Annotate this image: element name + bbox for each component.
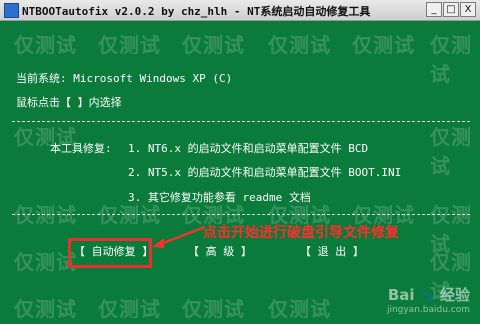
watermark: 仅测试	[268, 33, 331, 57]
exit-button[interactable]: 【 退 出 】	[300, 243, 364, 259]
watermark: 仅测试	[430, 203, 472, 256]
baidu-logo: Bai	[387, 286, 415, 304]
paw-icon: 🐾	[419, 289, 435, 303]
watermark: 仅测试	[430, 33, 472, 86]
window-title: NTBOOTautofix v2.0.2 by chz_hlh - NT系统启动…	[22, 5, 371, 18]
option-3: 3. 其它修复功能参看 readme 文档	[128, 191, 311, 204]
title-bar: NTBOOTautofix v2.0.2 by chz_hlh - NT系统启动…	[0, 0, 480, 21]
annotation-text: 点击开始进行破盘引导文件修复	[203, 225, 399, 241]
mouse-hint: 鼠标点击【 】内选择	[16, 96, 122, 109]
watermark: 仅测试	[430, 125, 472, 178]
tool-label: 本工具修复:	[50, 142, 112, 155]
minimize-button[interactable]: _	[426, 2, 442, 17]
jingyan-label: 经验	[439, 286, 470, 304]
watermark: 仅测试	[352, 33, 415, 57]
divider	[12, 214, 470, 215]
watermark: 仅测试	[14, 297, 77, 321]
app-icon	[4, 3, 19, 18]
watermark: 仅测试	[268, 297, 331, 321]
option-1: 1. NT6.x 的启动文件和启动菜单配置文件 BCD	[128, 142, 369, 155]
app-window: NTBOOTautofix v2.0.2 by chz_hlh - NT系统启动…	[0, 0, 480, 324]
watermark: 仅测试	[98, 297, 161, 321]
console-area: 仅测试 仅测试 仅测试 仅测试 仅测试 仅测试 仅测试 仅测试 仅测试 仅测试 …	[0, 21, 480, 324]
divider	[12, 121, 470, 122]
watermark: 仅测试	[182, 297, 245, 321]
close-button[interactable]: X	[460, 2, 476, 17]
system-info: 当前系统: Microsoft Windows XP (C)	[16, 72, 233, 85]
watermark: 仅测试	[14, 33, 77, 57]
watermark: 仅测试	[98, 33, 161, 57]
option-2: 2. NT5.x 的启动文件和启动菜单配置文件 BOOT.INI	[128, 166, 402, 179]
arrow-icon	[152, 225, 206, 248]
maximize-button[interactable]: □	[443, 2, 459, 17]
baidu-url: jingyan.baidu.com	[386, 305, 470, 315]
baidu-watermark: Bai 🐾 经验 jingyan.baidu.com	[387, 284, 470, 315]
watermark: 仅测试	[182, 33, 245, 57]
auto-fix-button[interactable]: 【 自动修复 】	[74, 243, 153, 259]
